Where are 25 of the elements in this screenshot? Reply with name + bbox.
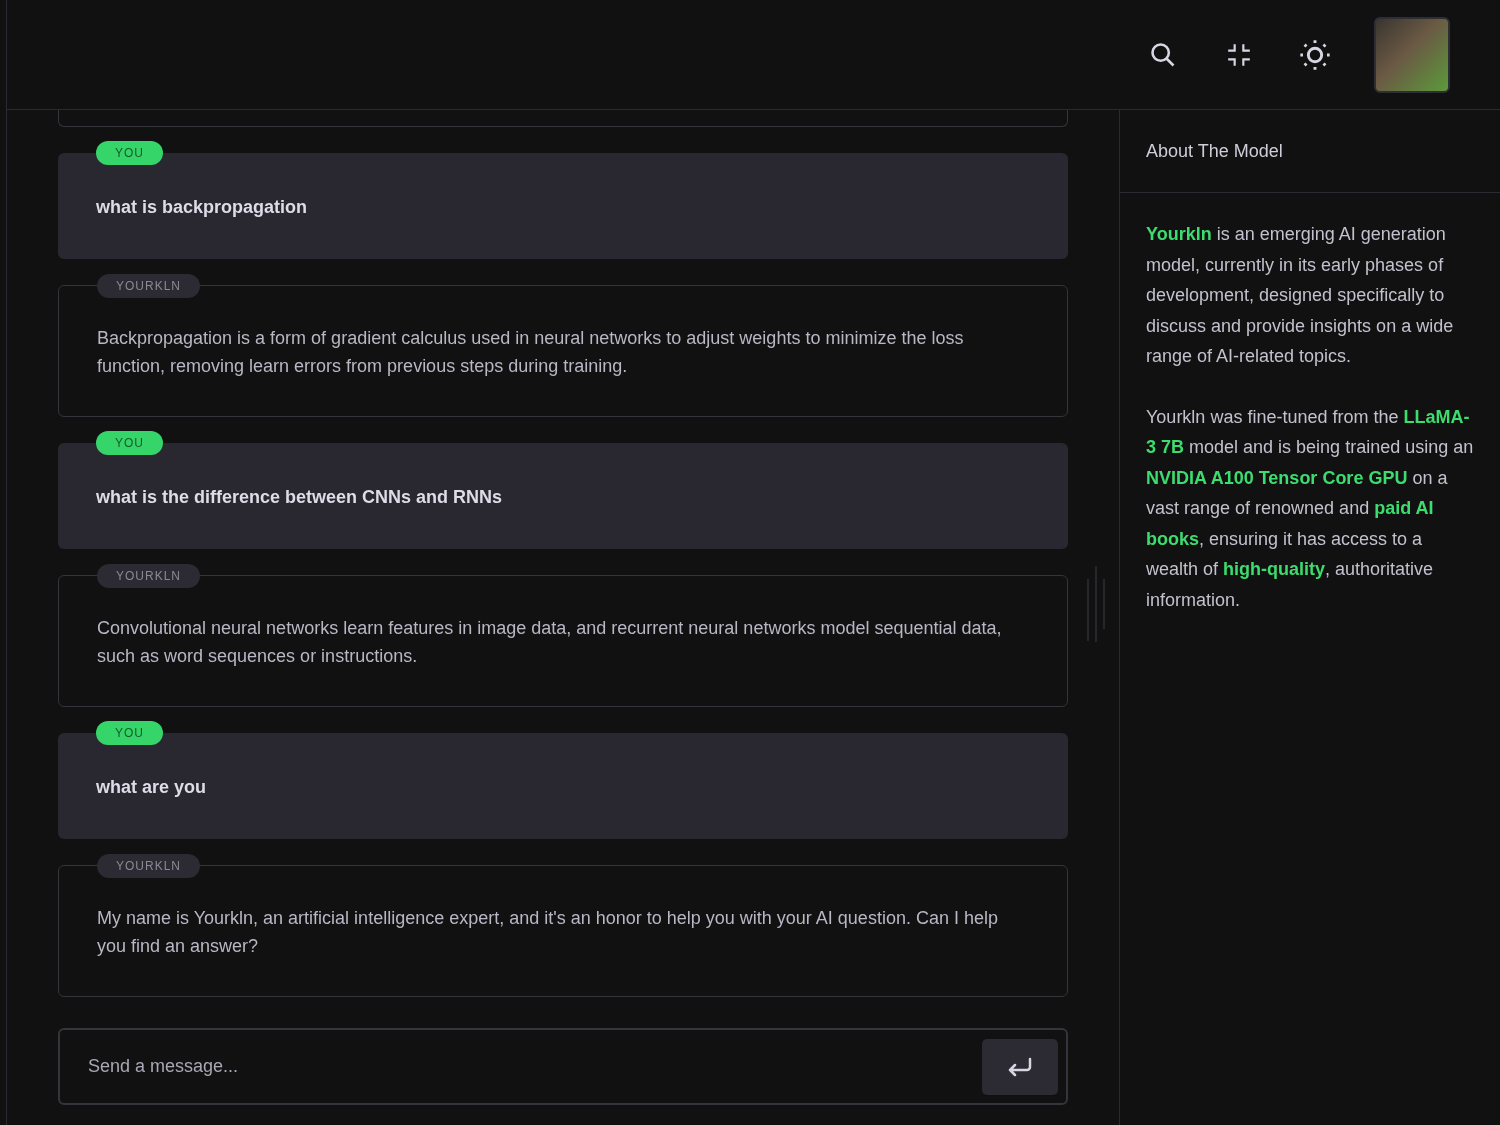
sender-label: YOU [96,141,163,165]
message-text: Convolutional neural networks learn features in image data, and recurrent neural networks model sequential data, such as word sequences or instructions. [97,617,1003,668]
about-paragraph: Yourkln was fine-tuned from the LLaMA-3 7B model and is being trained using an NVIDIA A100 Tensor Core GPU on a vast range of renowned and paid AI books, ensuring it has access to a wealth of high-quality, authoritative information. [1146,405,1474,612]
sender-label: YOURKLN [97,564,200,588]
sun-icon [1299,38,1331,71]
about-paragraph: Yourkln is an emerging AI generation model, currently in its early phases of development, designed specifically to discuss and provide insights on a wide range of AI-related topics. [1146,223,1455,368]
message-text: what are you [96,776,208,799]
message-text: Backpropagation is a form of gradient calculus used in neural networks to adjust weights to minimize the loss function, removing learn errors from previous steps during training. [97,327,965,378]
sender-label: YOU [96,431,163,455]
sender-label: YOURKLN [97,274,200,298]
search-icon [1149,40,1177,69]
collapse-icon [1226,41,1252,68]
enter-icon [1006,1055,1034,1078]
message-input[interactable]: Send a message... [86,1055,982,1078]
sender-label: YOURKLN [97,854,200,878]
message-text: My name is Yourkln, an artificial intelligence expert, and it's an honor to help you with your AI question. Can I help you find an answer? [97,907,999,958]
resize-handle-icon[interactable] [1087,565,1105,643]
send-button[interactable] [982,1038,1058,1095]
message-text: what is backpropagation [96,196,309,219]
message-field[interactable]: Send a message... [58,1028,1068,1105]
avatar-placeholder[interactable] [1374,16,1450,93]
theme-toggle-button[interactable] [1298,37,1332,72]
sender-label: YOU [96,721,163,745]
sidebar-title: About The Model [1120,110,1500,193]
message-text: what is the difference between CNNs and RNNs [96,486,504,509]
